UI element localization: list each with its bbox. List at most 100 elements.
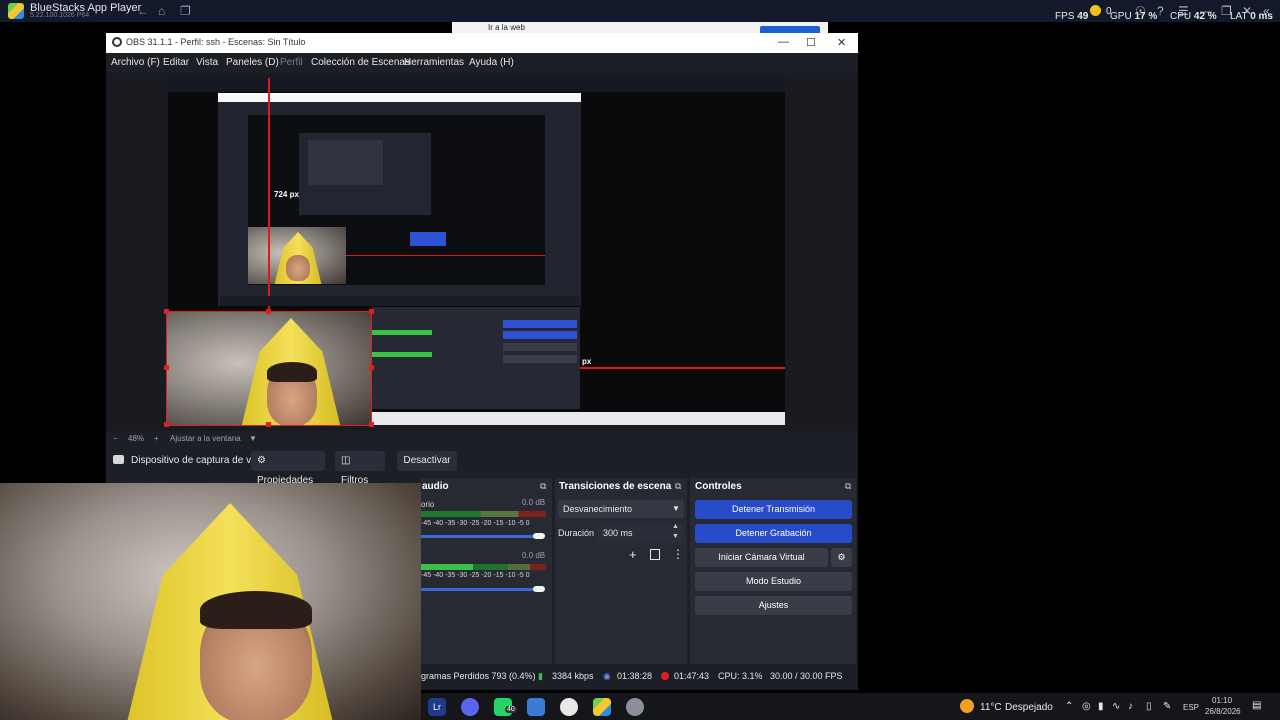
weather-temp: 11°C — [980, 702, 1002, 713]
face-shape — [286, 255, 310, 281]
minimize-icon[interactable]: — — [1200, 4, 1212, 18]
whatsapp-badge: 40 — [505, 706, 517, 713]
transitions-dock-float-icon[interactable]: ⧉ — [675, 481, 681, 492]
volume-icon[interactable]: ♪ — [1128, 701, 1133, 712]
notifications-icon[interactable]: ▤ — [1252, 700, 1261, 711]
obs-icon[interactable] — [560, 698, 578, 716]
audio-channel2-slider[interactable] — [421, 588, 539, 591]
obs-logo-icon — [112, 37, 122, 47]
network-icon: ∿ — [1112, 701, 1121, 712]
start-virtual-camera-button[interactable]: Iniciar Cámara Virtual — [695, 548, 828, 567]
settings-icon[interactable] — [626, 698, 644, 716]
bitrate-status: 3384 kbps — [552, 671, 594, 681]
weather-icon — [960, 699, 974, 713]
transition-menu-icon[interactable]: ⋮ — [672, 547, 684, 561]
webcam-overlay — [0, 483, 421, 720]
audio-channel1-slider[interactable] — [421, 535, 539, 538]
menu-edit[interactable]: Editar — [163, 57, 189, 68]
fps-status: 30.00 / 30.00 FPS — [770, 671, 843, 681]
source-device-name: Dispositivo de captura de v — [131, 455, 252, 466]
chevron-down-icon: ▼ — [672, 504, 680, 513]
virtual-camera-settings-gear-icon[interactable]: ⚙ — [831, 548, 852, 567]
webcam-source-preview[interactable] — [166, 311, 372, 426]
menu-docks[interactable]: Paneles (D) — [226, 57, 279, 68]
tray-expand-icon[interactable]: ⌃ — [1065, 701, 1073, 712]
resize-handle-b[interactable] — [266, 422, 271, 427]
home-icon[interactable]: ⌂ — [158, 4, 165, 18]
stream-time-status: 01:38:28 — [617, 671, 653, 681]
audio-dock-float-icon[interactable]: ⧉ — [540, 481, 546, 492]
bluestacks-icon[interactable] — [593, 698, 611, 716]
language-indicator[interactable]: ESP — [1183, 703, 1199, 712]
resize-handle-tl[interactable] — [164, 309, 169, 314]
resize-handle-tr[interactable] — [369, 309, 374, 314]
back-icon[interactable]: ← — [137, 4, 149, 18]
studio-mode-button[interactable]: Modo Estudio — [695, 572, 852, 591]
menu-icon[interactable]: ☰ — [1178, 4, 1189, 18]
web-bar-text[interactable]: Ir a la web — [488, 23, 525, 32]
properties-button[interactable]: ⚙ Propiedades — [251, 451, 325, 486]
zoom-in-button[interactable]: + — [154, 434, 159, 443]
obs-close-icon[interactable]: ✕ — [837, 36, 846, 49]
resize-handle-r[interactable] — [369, 365, 374, 370]
filter-icon: ◫ — [341, 455, 351, 466]
menu-profile[interactable]: Perfil — [280, 57, 303, 68]
nested-stop-stream — [503, 320, 577, 328]
audio-channel1-name: orio — [421, 500, 435, 509]
settings-button[interactable]: Ajustes — [695, 596, 852, 615]
duration-value: 300 ms — [603, 528, 633, 538]
nested-source-toolbar — [220, 296, 580, 306]
delete-transition-icon[interactable] — [650, 549, 660, 560]
deactivate-button[interactable]: Desactivar — [397, 451, 457, 471]
tabs-icon[interactable]: ❐ — [180, 4, 191, 18]
menu-file[interactable]: Archivo (F) — [111, 57, 160, 68]
collapse-icon[interactable]: « — [1263, 4, 1270, 18]
cpu-status: CPU: 3.1% — [718, 671, 763, 681]
stop-record-button[interactable]: Detener Grabación — [695, 524, 852, 543]
audio-channel1-meter — [421, 511, 546, 517]
resize-handle-br[interactable] — [369, 422, 374, 427]
add-transition-icon[interactable]: + — [629, 547, 637, 562]
pen-icon: ✎ — [1163, 701, 1172, 712]
discord-icon[interactable] — [461, 698, 479, 716]
audio-channel2-meter-level — [421, 564, 473, 570]
bell-icon[interactable]: ☉ — [1135, 4, 1146, 18]
obs-maximize-icon[interactable]: ☐ — [806, 36, 816, 49]
menu-view[interactable]: Vista — [196, 57, 218, 68]
nested-meter-2 — [372, 352, 432, 357]
clock-time[interactable]: 01:10 — [1212, 696, 1232, 705]
spin-down-icon[interactable]: ▼ — [672, 533, 679, 540]
gear-icon: ⚙ — [257, 455, 266, 466]
resize-handle-l[interactable] — [164, 365, 169, 370]
restore-icon[interactable]: ❐ — [1221, 4, 1232, 18]
hair-shape — [267, 362, 317, 382]
audio-channel2-knob[interactable] — [533, 586, 545, 592]
menu-help[interactable]: Ayuda (H) — [469, 57, 514, 68]
clock-date[interactable]: 26/8/2026 — [1205, 707, 1241, 716]
menu-scene-collection[interactable]: Colección de Escenas — [311, 57, 410, 68]
zoom-out-button[interactable]: − — [113, 434, 118, 443]
controls-dock-float-icon[interactable]: ⧉ — [845, 481, 851, 492]
resize-handle-t[interactable] — [266, 309, 271, 314]
file-manager-icon[interactable] — [527, 698, 545, 716]
zoom-dropdown-icon[interactable]: ▼ — [249, 434, 257, 443]
zoom-fit-select[interactable]: Ajustar a la ventana — [170, 434, 241, 443]
stop-stream-button[interactable]: Detener Transmisión — [695, 500, 852, 519]
resize-handle-bl[interactable] — [164, 422, 169, 427]
battery-icon: ▯ — [1146, 701, 1152, 712]
record-icon — [661, 672, 669, 680]
audio-channel1-knob[interactable] — [533, 533, 545, 539]
audio-channel2-meter — [473, 564, 546, 570]
help-icon[interactable]: ? — [1157, 4, 1164, 18]
fps-stat: FPS 49 — [1055, 11, 1088, 22]
filters-button[interactable]: ◫ Filtros — [335, 451, 385, 486]
menu-tools[interactable]: Herramientas — [404, 57, 464, 68]
spin-up-icon[interactable]: ▲ — [672, 523, 679, 530]
gpu-stat: GPU 17 % — [1110, 11, 1157, 22]
fps-label: FPS — [1055, 11, 1075, 22]
nested-taskbar — [372, 412, 785, 425]
close-icon[interactable]: ✕ — [1242, 4, 1252, 18]
obs-minimize-icon[interactable]: — — [778, 36, 789, 48]
lightroom-icon[interactable]: Lr — [428, 698, 446, 716]
nested-stop-record — [503, 331, 577, 339]
